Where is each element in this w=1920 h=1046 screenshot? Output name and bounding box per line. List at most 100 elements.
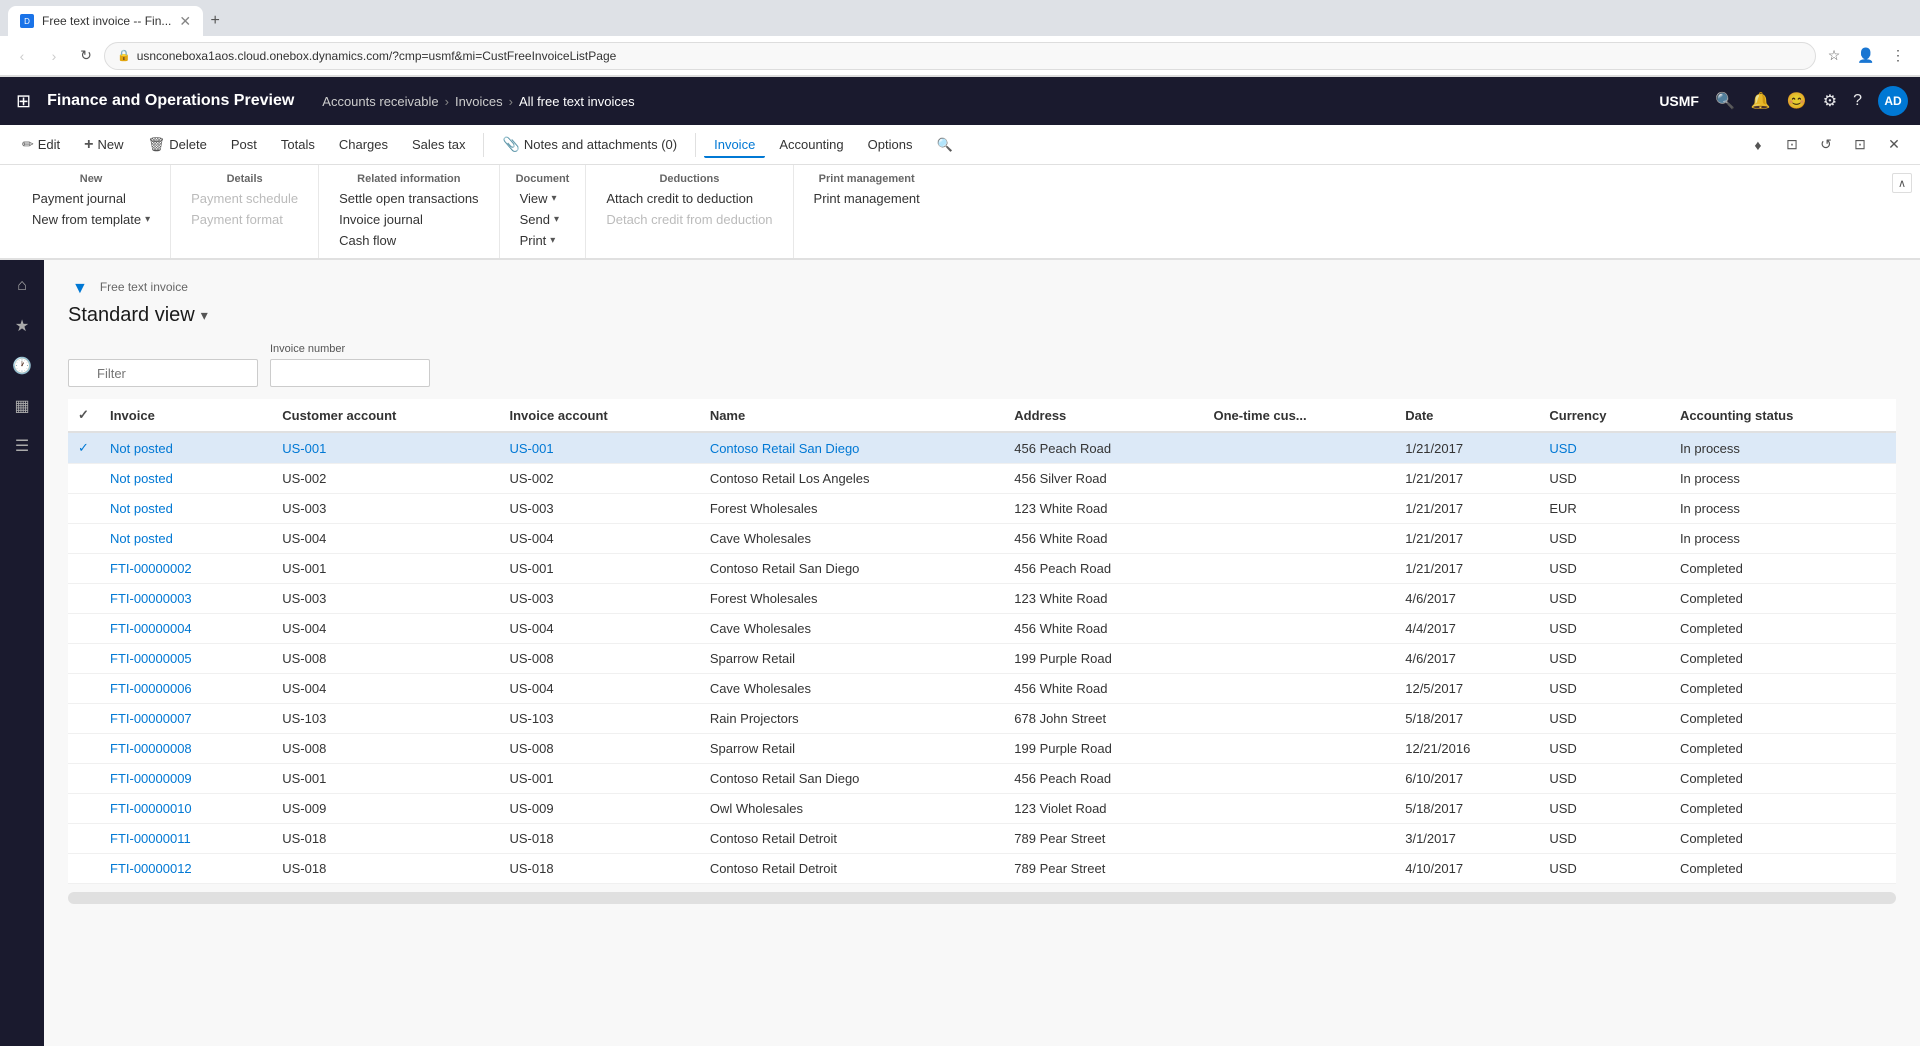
row-invoice[interactable]: Not posted <box>100 524 272 554</box>
row-checkbox[interactable] <box>68 524 100 554</box>
sidebar-modules-icon[interactable]: ☰ <box>4 428 40 464</box>
invoice-tab[interactable]: Invoice <box>704 131 765 158</box>
user-avatar[interactable]: AD <box>1878 86 1908 116</box>
col-customer-account[interactable]: Customer account <box>272 399 499 432</box>
row-invoice-account[interactable]: US-001 <box>499 432 699 464</box>
row-invoice[interactable]: FTI-00000012 <box>100 854 272 884</box>
refresh-icon[interactable]: ↺ <box>1812 131 1840 159</box>
profile-button[interactable]: 👤 <box>1852 42 1880 70</box>
sidebar-home-icon[interactable]: ⌂ <box>4 268 40 304</box>
row-invoice[interactable]: FTI-00000005 <box>100 644 272 674</box>
filter-input[interactable] <box>68 359 258 387</box>
row-checkbox[interactable] <box>68 764 100 794</box>
row-checkbox[interactable] <box>68 704 100 734</box>
row-checkbox[interactable] <box>68 494 100 524</box>
row-invoice[interactable]: FTI-00000003 <box>100 584 272 614</box>
table-row[interactable]: FTI-00000007US-103US-103Rain Projectors6… <box>68 704 1896 734</box>
table-row[interactable]: Not postedUS-002US-002Contoso Retail Los… <box>68 464 1896 494</box>
horizontal-scrollbar[interactable] <box>68 892 1896 904</box>
col-invoice[interactable]: Invoice <box>100 399 272 432</box>
cash-flow-item[interactable]: Cash flow <box>335 231 482 250</box>
table-row[interactable]: FTI-00000004US-004US-004Cave Wholesales4… <box>68 614 1896 644</box>
accounting-tab[interactable]: Accounting <box>769 131 853 158</box>
row-invoice[interactable]: FTI-00000010 <box>100 794 272 824</box>
table-row[interactable]: Not postedUS-004US-004Cave Wholesales456… <box>68 524 1896 554</box>
table-row[interactable]: FTI-00000005US-008US-008Sparrow Retail19… <box>68 644 1896 674</box>
invoice-number-input[interactable] <box>270 359 430 387</box>
view-selector-arrow[interactable]: ▾ <box>201 307 208 324</box>
new-from-template-item[interactable]: New from template ▾ <box>28 210 154 229</box>
company-selector[interactable]: USMF <box>1659 93 1699 109</box>
charges-button[interactable]: Charges <box>329 131 398 158</box>
row-checkbox[interactable]: ✓ <box>68 432 100 464</box>
col-one-time-cus[interactable]: One-time cus... <box>1203 399 1395 432</box>
row-checkbox[interactable] <box>68 644 100 674</box>
notification-icon[interactable]: 🔔 <box>1751 91 1771 111</box>
options-button[interactable]: Options <box>858 131 923 158</box>
row-invoice[interactable]: Not posted <box>100 494 272 524</box>
close-ribbon-icon[interactable]: ✕ <box>1880 131 1908 159</box>
sales-tax-button[interactable]: Sales tax <box>402 131 475 158</box>
send-item[interactable]: Send ▾ <box>516 210 570 229</box>
sidebar-workspaces-icon[interactable]: ▦ <box>4 388 40 424</box>
table-row[interactable]: FTI-00000012US-018US-018Contoso Retail D… <box>68 854 1896 884</box>
edit-button[interactable]: ✏ Edit <box>12 130 70 159</box>
table-row[interactable]: FTI-00000009US-001US-001Contoso Retail S… <box>68 764 1896 794</box>
tab-close-button[interactable]: ✕ <box>179 13 191 30</box>
row-checkbox[interactable] <box>68 824 100 854</box>
row-checkbox[interactable] <box>68 554 100 584</box>
row-checkbox[interactable] <box>68 614 100 644</box>
breadcrumb-invoices[interactable]: Invoices <box>455 94 503 109</box>
row-invoice[interactable]: FTI-00000009 <box>100 764 272 794</box>
reload-button[interactable]: ↻ <box>72 42 100 70</box>
table-row[interactable]: FTI-00000002US-001US-001Contoso Retail S… <box>68 554 1896 584</box>
row-name[interactable]: Contoso Retail San Diego <box>700 432 1004 464</box>
table-row[interactable]: FTI-00000008US-008US-008Sparrow Retail19… <box>68 734 1896 764</box>
new-button[interactable]: + New <box>74 130 133 160</box>
col-address[interactable]: Address <box>1004 399 1203 432</box>
new-tab-button[interactable]: + <box>203 9 227 33</box>
row-invoice[interactable]: FTI-00000004 <box>100 614 272 644</box>
forward-button[interactable]: › <box>40 42 68 70</box>
row-invoice[interactable]: FTI-00000002 <box>100 554 272 584</box>
table-row[interactable]: FTI-00000010US-009US-009Owl Wholesales12… <box>68 794 1896 824</box>
table-row[interactable]: FTI-00000003US-003US-003Forest Wholesale… <box>68 584 1896 614</box>
table-row[interactable]: Not postedUS-003US-003Forest Wholesales1… <box>68 494 1896 524</box>
post-button[interactable]: Post <box>221 131 267 158</box>
row-invoice[interactable]: Not posted <box>100 464 272 494</box>
row-checkbox[interactable] <box>68 464 100 494</box>
col-currency[interactable]: Currency <box>1539 399 1670 432</box>
payment-journal-item[interactable]: Payment journal <box>28 189 154 208</box>
back-button[interactable]: ‹ <box>8 42 36 70</box>
table-row[interactable]: FTI-00000006US-004US-004Cave Wholesales4… <box>68 674 1896 704</box>
delete-button[interactable]: 🗑 Delete <box>138 130 217 159</box>
totals-button[interactable]: Totals <box>271 131 325 158</box>
notes-button[interactable]: 📎 Notes and attachments (0) <box>492 130 687 159</box>
col-date[interactable]: Date <box>1395 399 1539 432</box>
row-customer-account[interactable]: US-001 <box>272 432 499 464</box>
row-invoice[interactable]: FTI-00000007 <box>100 704 272 734</box>
sidebar-favorites-icon[interactable]: ★ <box>4 308 40 344</box>
table-row[interactable]: FTI-00000011US-018US-018Contoso Retail D… <box>68 824 1896 854</box>
expand-icon[interactable]: ⊡ <box>1778 131 1806 159</box>
ribbon-collapse-button[interactable]: ∧ <box>1892 173 1912 193</box>
row-checkbox[interactable] <box>68 734 100 764</box>
feedback-icon[interactable]: 😊 <box>1787 91 1807 111</box>
row-checkbox[interactable] <box>68 674 100 704</box>
row-invoice[interactable]: FTI-00000011 <box>100 824 272 854</box>
grid-icon[interactable]: ⊞ <box>12 87 35 116</box>
settle-open-transactions-item[interactable]: Settle open transactions <box>335 189 482 208</box>
sidebar-recent-icon[interactable]: 🕐 <box>4 348 40 384</box>
print-item[interactable]: Print ▾ <box>516 231 570 250</box>
row-checkbox[interactable] <box>68 584 100 614</box>
window-icon[interactable]: ⊡ <box>1846 131 1874 159</box>
toolbar-search-button[interactable]: 🔍 <box>926 131 962 159</box>
help-icon[interactable]: ? <box>1853 92 1862 110</box>
menu-button[interactable]: ⋮ <box>1884 42 1912 70</box>
bookmark-button[interactable]: ☆ <box>1820 42 1848 70</box>
row-invoice[interactable]: Not posted <box>100 432 272 464</box>
settings-icon[interactable]: ⚙ <box>1823 91 1837 111</box>
col-invoice-account[interactable]: Invoice account <box>499 399 699 432</box>
filter-button[interactable]: ▼ <box>68 276 92 302</box>
search-icon[interactable]: 🔍 <box>1715 91 1735 111</box>
